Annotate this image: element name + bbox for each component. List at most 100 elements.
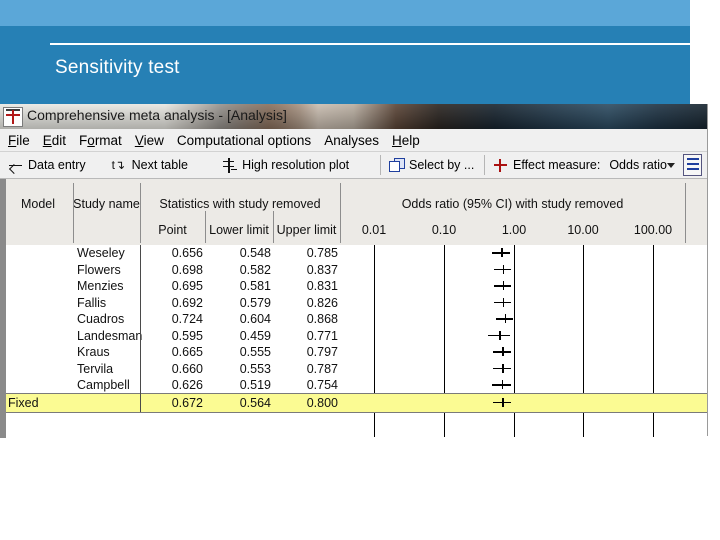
table-row[interactable]: Campbell 0.626 0.519 0.754 [3,377,707,394]
data-entry-label: Data entry [28,158,86,172]
axis-tick-3: 10.00 [567,223,599,237]
select-by-button[interactable]: Select by ... [381,152,484,178]
axis-tick-1: 0.10 [431,223,457,237]
table-options-button[interactable] [682,154,702,176]
forest-plot-marker-summary [493,395,511,412]
grid-divider-study-point [140,245,141,412]
cell-study-name: Tervila [77,361,114,376]
cell-point: 0.724 [171,312,203,326]
cell-upper-limit: 0.785 [306,246,338,260]
cell-upper-limit: 0.837 [306,262,338,277]
table-row[interactable]: Kraus 0.665 0.555 0.797 [3,344,707,361]
forest-plot-marker [492,245,510,262]
header-upper-limit: Upper limit [276,223,337,237]
forest-plot-marker [493,361,511,378]
cell-study-name: Menzies [77,279,124,293]
table-row[interactable]: Tervila 0.660 0.553 0.787 [3,361,707,378]
table-row[interactable]: Menzies 0.695 0.581 0.831 [3,278,707,295]
table-row[interactable]: Fallis 0.692 0.579 0.826 [3,295,707,312]
data-entry-button[interactable]: Data entry [0,152,112,178]
cell-study-name: Landesman [77,328,143,343]
cell-upper-limit: 0.771 [306,328,338,343]
results-grid: Model Study name Statistics with study r… [0,179,707,438]
menu-item-file[interactable]: File [8,133,30,148]
menu-bar: File Edit Format View Computational opti… [0,129,707,152]
table-row[interactable]: Landesman 0.595 0.459 0.771 [3,328,707,345]
cma-app-icon [3,107,23,127]
cell-point: 0.660 [171,361,203,376]
cell-point: 0.672 [171,395,203,410]
menu-item-help[interactable]: Help [392,133,420,148]
cell-point: 0.626 [171,378,203,392]
forest-plot-marker [493,344,511,361]
axis-tick-0: 0.01 [361,223,387,237]
plot-axes-icon [222,157,238,173]
cell-lower-limit: 0.581 [239,279,271,293]
effect-measure-value: Odds ratio [609,158,667,172]
total-row-bottom-border [3,411,707,413]
effect-measure-button[interactable]: Effect measure: Odds ratio [485,152,667,178]
menu-item-format[interactable]: Format [79,133,122,148]
cell-study-name: Fallis [77,295,107,310]
header-lower-limit: Lower limit [209,223,269,237]
toolbar: Data entry t↴ Next table High resolution… [0,152,707,179]
forest-plot-marker [496,311,513,328]
cell-model-fixed: Fixed [8,395,39,410]
cell-study-name: Flowers [77,262,121,277]
slide-header-rule [50,43,690,45]
cell-upper-limit: 0.787 [306,361,338,376]
header-model: Model [20,197,56,211]
effect-measure-label: Effect measure: [513,158,601,172]
table-row-total[interactable]: Fixed 0.672 0.564 0.800 [3,393,707,412]
cell-point: 0.595 [171,328,203,343]
chevron-down-icon[interactable] [666,162,675,168]
menu-item-analyses[interactable]: Analyses [324,133,379,148]
header-study-name: Study name [73,197,140,211]
cell-study-name: Weseley [77,246,125,260]
plus-icon [493,158,508,173]
cell-study-name: Cuadros [77,312,125,326]
cell-upper-limit: 0.826 [306,295,338,310]
grid-header: Model Study name Statistics with study r… [3,179,707,246]
menu-item-edit[interactable]: Edit [43,133,66,148]
slide-header-top-band [0,0,690,26]
cell-upper-limit: 0.868 [306,312,338,326]
cell-lower-limit: 0.564 [239,395,271,410]
cell-lower-limit: 0.553 [239,361,271,376]
header-point: Point [158,223,187,237]
forest-plot-marker [494,278,511,295]
cell-point: 0.692 [171,295,203,310]
next-table-icon: t↴ [111,157,126,172]
cell-lower-limit: 0.604 [239,312,271,326]
table-row[interactable]: Weseley 0.656 0.548 0.785 [3,245,707,262]
cell-study-name: Kraus [77,345,110,359]
axis-tick-4: 100.00 [633,223,673,237]
header-stats-group: Statistics with study removed [159,197,321,211]
cell-point: 0.665 [171,345,203,359]
high-resolution-plot-label: High resolution plot [242,158,350,172]
axis-tick-2: 1.00 [501,223,527,237]
next-table-button[interactable]: t↴ Next table [112,152,222,178]
table-row[interactable]: Flowers 0.698 0.582 0.837 [3,262,707,279]
cell-study-name: Campbell [77,378,130,392]
cma-application-window: Comprehensive meta analysis - [Analysis]… [0,104,708,438]
cell-upper-limit: 0.754 [306,378,338,392]
table-row[interactable]: Cuadros 0.724 0.604 0.868 [3,311,707,328]
cell-lower-limit: 0.579 [239,295,271,310]
header-plot-group: Odds ratio (95% CI) with study removed [401,197,624,211]
high-resolution-plot-button[interactable]: High resolution plot [222,152,380,178]
forest-plot-marker [494,295,511,312]
grid-left-edge [3,179,6,438]
cell-lower-limit: 0.582 [239,262,271,277]
menu-item-computational-options[interactable]: Computational options [177,133,311,148]
total-row-top-border [3,392,707,394]
cell-lower-limit: 0.555 [239,345,271,359]
select-by-label: Select by ... [409,158,475,172]
forest-plot-marker [492,377,511,394]
arrow-left-icon [8,158,23,173]
cell-upper-limit: 0.800 [306,395,338,410]
cell-upper-limit: 0.797 [306,345,338,359]
cell-lower-limit: 0.459 [239,328,271,343]
slide-root: Sensitivity test Comprehensive meta anal… [0,0,720,540]
menu-item-view[interactable]: View [135,133,164,148]
